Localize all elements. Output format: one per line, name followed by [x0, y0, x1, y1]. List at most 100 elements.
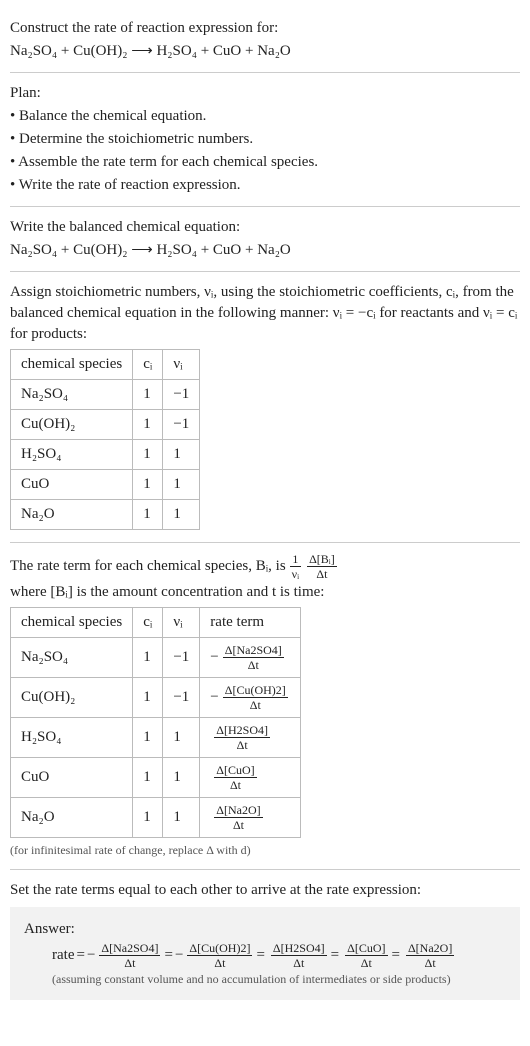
v-cell: −1	[163, 380, 200, 410]
rateterm-table: chemical species cᵢ νᵢ rate term Na₂SO₄ …	[10, 607, 301, 838]
c-cell: 1	[133, 410, 163, 440]
plan-item: • Assemble the rate term for each chemic…	[10, 152, 520, 173]
plan-item: • Balance the chemical equation.	[10, 106, 520, 127]
frac-den: Δt	[99, 956, 160, 969]
rate-cell: − Δ[Cu(OH)2] Δt	[200, 678, 301, 718]
frac-den: Δt	[406, 956, 454, 969]
v-cell: 1	[163, 758, 200, 798]
frac-num: Δ[CuO]	[345, 942, 387, 956]
stoich-intro: Assign stoichiometric numbers, νᵢ, using…	[10, 282, 520, 345]
table-row: Na₂SO₄ 1 −1 − Δ[Na2SO4] Δt	[11, 638, 301, 678]
v-cell: −1	[163, 410, 200, 440]
rate-frac: Δ[Na2SO4] Δt	[99, 942, 160, 969]
species-cell: H₂SO₄	[11, 718, 133, 758]
table-row: H₂SO₄ 1 1	[11, 440, 200, 470]
rateterm-frac1: 1 νᵢ	[290, 553, 301, 580]
c-cell: 1	[133, 798, 163, 838]
stoich-section: Assign stoichiometric numbers, νᵢ, using…	[10, 272, 520, 543]
rateterm-note: (for infinitesimal rate of change, repla…	[10, 842, 520, 859]
species-cell: Na₂SO₄	[11, 380, 133, 410]
answer-note: (assuming constant volume and no accumul…	[24, 971, 506, 988]
species-cell: Na₂O	[11, 798, 133, 838]
frac-num: Δ[H2SO4]	[271, 942, 327, 956]
frac-num: 1	[290, 553, 301, 567]
frac-den: Δt	[214, 818, 262, 831]
frac-num: Δ[Bᵢ]	[307, 553, 337, 567]
col-header: νᵢ	[163, 608, 200, 638]
prompt-title: Construct the rate of reaction expressio…	[10, 18, 520, 39]
answer-box: Answer: rate = − Δ[Na2SO4] Δt = − Δ[Cu(O…	[10, 907, 520, 1000]
rateterm-intro: The rate term for each chemical species,…	[10, 553, 520, 603]
species-cell: CuO	[11, 758, 133, 798]
species-cell: Cu(OH)₂	[11, 410, 133, 440]
equals: =	[256, 945, 264, 966]
v-cell: 1	[163, 440, 200, 470]
sign: −	[87, 945, 95, 966]
col-header: νᵢ	[163, 350, 200, 380]
table-row: Cu(OH)₂ 1 −1 − Δ[Cu(OH)2] Δt	[11, 678, 301, 718]
prompt-section: Construct the rate of reaction expressio…	[10, 8, 520, 73]
c-cell: 1	[133, 678, 163, 718]
frac-num: Δ[Cu(OH)2]	[223, 684, 288, 698]
v-cell: −1	[163, 638, 200, 678]
c-cell: 1	[133, 638, 163, 678]
rate-cell: Δ[Na2O] Δt	[200, 798, 301, 838]
c-cell: 1	[133, 758, 163, 798]
c-cell: 1	[133, 440, 163, 470]
equals: =	[164, 945, 172, 966]
frac-den: Δt	[187, 956, 252, 969]
rateterm-section: The rate term for each chemical species,…	[10, 543, 520, 870]
frac-num: Δ[Na2SO4]	[99, 942, 160, 956]
frac-num: Δ[Na2O]	[406, 942, 454, 956]
plan-item: • Write the rate of reaction expression.	[10, 175, 520, 196]
rate-frac: Δ[Na2SO4] Δt	[223, 644, 284, 671]
c-cell: 1	[133, 380, 163, 410]
table-row: H₂SO₄ 1 1 Δ[H2SO4] Δt	[11, 718, 301, 758]
rate-frac: Δ[CuO] Δt	[214, 764, 256, 791]
table-row: CuO 1 1	[11, 470, 200, 500]
final-section: Set the rate terms equal to each other t…	[10, 870, 520, 1008]
frac-num: Δ[Na2SO4]	[223, 644, 284, 658]
rateterm-intro-post: where [Bᵢ] is the amount concentration a…	[10, 582, 324, 603]
rate-cell: Δ[CuO] Δt	[200, 758, 301, 798]
species-cell: H₂SO₄	[11, 440, 133, 470]
frac-den: Δt	[307, 567, 337, 580]
balanced-label: Write the balanced chemical equation:	[10, 217, 520, 238]
answer-label: Answer:	[24, 919, 506, 940]
rate-cell: Δ[H2SO4] Δt	[200, 718, 301, 758]
v-cell: 1	[163, 470, 200, 500]
c-cell: 1	[133, 500, 163, 530]
frac-den: Δt	[345, 956, 387, 969]
balanced-equation: Na₂SO₄ + Cu(OH)₂ ⟶ H₂SO₄ + CuO + Na₂O	[10, 240, 520, 261]
col-header: chemical species	[11, 350, 133, 380]
table-row: Cu(OH)₂ 1 −1	[11, 410, 200, 440]
table-row: Na₂O 1 1 Δ[Na2O] Δt	[11, 798, 301, 838]
table-row: Na₂O 1 1	[11, 500, 200, 530]
rate-frac: Δ[CuO] Δt	[345, 942, 387, 969]
sign: −	[175, 945, 183, 966]
c-cell: 1	[133, 470, 163, 500]
frac-den: Δt	[271, 956, 327, 969]
v-cell: −1	[163, 678, 200, 718]
v-cell: 1	[163, 500, 200, 530]
species-cell: Na₂O	[11, 500, 133, 530]
frac-num: Δ[H2SO4]	[214, 724, 270, 738]
table-header-row: chemical species cᵢ νᵢ	[11, 350, 200, 380]
col-header: rate term	[200, 608, 301, 638]
equals: =	[76, 945, 84, 966]
rate-frac: Δ[Cu(OH)2] Δt	[187, 942, 252, 969]
frac-den: νᵢ	[290, 567, 301, 580]
rate-word: rate	[52, 945, 74, 966]
rate-cell: − Δ[Na2SO4] Δt	[200, 638, 301, 678]
plan-item: • Determine the stoichiometric numbers.	[10, 129, 520, 150]
equals: =	[331, 945, 339, 966]
col-header: chemical species	[11, 608, 133, 638]
table-row: CuO 1 1 Δ[CuO] Δt	[11, 758, 301, 798]
col-header: cᵢ	[133, 608, 163, 638]
equals: =	[392, 945, 400, 966]
species-cell: Na₂SO₄	[11, 638, 133, 678]
species-cell: Cu(OH)₂	[11, 678, 133, 718]
frac-num: Δ[CuO]	[214, 764, 256, 778]
stoich-table: chemical species cᵢ νᵢ Na₂SO₄ 1 −1 Cu(OH…	[10, 349, 200, 530]
balanced-section: Write the balanced chemical equation: Na…	[10, 207, 520, 272]
